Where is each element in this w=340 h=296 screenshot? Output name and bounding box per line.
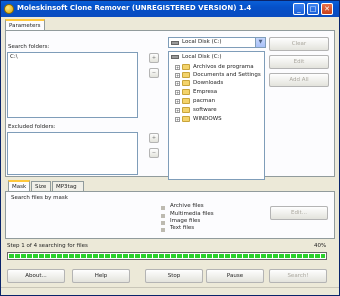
- mask-panel: Search files by mask Archive files Multi…: [5, 191, 335, 239]
- excluded-folders-list[interactable]: [7, 132, 138, 175]
- expand-icon[interactable]: +: [175, 90, 180, 95]
- folder-icon: [182, 89, 190, 95]
- remove-search-folder-button[interactable]: −: [149, 68, 159, 78]
- folder-icon: [182, 98, 190, 104]
- folder-icon: [182, 107, 190, 113]
- folder-tree[interactable]: Local Disk (C:) + Archivos de programa +…: [168, 51, 265, 180]
- chevron-down-icon[interactable]: ▼: [255, 38, 265, 47]
- stop-button[interactable]: Stop: [145, 269, 203, 283]
- close-button[interactable]: ✕: [321, 3, 333, 15]
- add-all-button[interactable]: Add All: [269, 73, 329, 87]
- progress-status: Step 1 of 4 searching for files: [7, 243, 88, 249]
- mask-list-item[interactable]: Image files: [170, 218, 200, 224]
- expand-icon[interactable]: +: [175, 81, 180, 86]
- expand-icon[interactable]: +: [175, 108, 180, 113]
- tree-item-label: Empresa: [193, 89, 218, 95]
- tree-item-label: software: [193, 107, 217, 113]
- tab-parameters[interactable]: Parameters: [5, 19, 45, 30]
- expand-icon[interactable]: +: [175, 117, 180, 122]
- window-title: Moleskinsoft Clone Remover (UNREGISTERED…: [17, 4, 252, 12]
- tree-item-label: pacman: [193, 98, 216, 104]
- search-folder-item[interactable]: C:\: [10, 54, 18, 60]
- drive-select-value: Local Disk (C:): [182, 39, 222, 45]
- tree-item-label: WINDOWS: [193, 116, 222, 122]
- expand-icon[interactable]: +: [175, 65, 180, 70]
- mask-edit-button[interactable]: Edit...: [270, 206, 328, 220]
- clear-button[interactable]: Clear: [269, 37, 329, 51]
- folder-icon: [182, 64, 190, 70]
- file-type-icon: [161, 206, 165, 210]
- title-bar[interactable]: Moleskinsoft Clone Remover (UNREGISTERED…: [1, 1, 339, 17]
- tree-item-label: Archivos de programa: [193, 64, 254, 70]
- excluded-folders-label: Excluded folders:: [8, 124, 56, 130]
- folder-icon: [182, 80, 190, 86]
- app-window: Moleskinsoft Clone Remover (UNREGISTERED…: [0, 0, 340, 296]
- drive-icon: [171, 55, 179, 59]
- mask-label: Search files by mask: [11, 195, 68, 201]
- progress-percent: 40%: [314, 243, 327, 249]
- maximize-button[interactable]: □: [307, 3, 319, 15]
- tree-item-label: Documents and Settings: [193, 72, 261, 78]
- about-button[interactable]: About...: [7, 269, 65, 283]
- app-icon: [4, 4, 14, 14]
- mask-list-item[interactable]: Archive files: [170, 203, 204, 209]
- folder-icon: [182, 72, 190, 78]
- mask-list-item[interactable]: Multimedia files: [170, 211, 214, 217]
- tab-mask[interactable]: Mask: [8, 180, 30, 191]
- file-type-icon: [161, 221, 165, 225]
- add-search-folder-button[interactable]: +: [149, 53, 159, 63]
- search-folders-label: Search folders:: [8, 44, 50, 50]
- help-button[interactable]: Help: [72, 269, 130, 283]
- remove-excluded-folder-button[interactable]: −: [149, 148, 159, 158]
- search-folders-list[interactable]: C:\: [7, 52, 138, 118]
- drive-select[interactable]: Local Disk (C:) ▼: [168, 37, 266, 48]
- drive-icon: [171, 41, 179, 45]
- pause-button[interactable]: Pause: [206, 269, 264, 283]
- file-type-icon: [161, 228, 165, 232]
- progress-fill: [9, 254, 325, 258]
- search-button[interactable]: Search!: [269, 269, 327, 283]
- expand-icon[interactable]: +: [175, 99, 180, 104]
- tree-item-label: Downloads: [193, 80, 224, 86]
- file-type-icon: [161, 214, 165, 218]
- minimize-button[interactable]: _: [293, 3, 305, 15]
- status-bar: [1, 287, 339, 295]
- edit-button[interactable]: Edit: [269, 55, 329, 69]
- tree-root-label: Local Disk (C:): [182, 54, 222, 60]
- add-excluded-folder-button[interactable]: +: [149, 133, 159, 143]
- folder-icon: [182, 116, 190, 122]
- mask-list-item[interactable]: Text files: [170, 225, 194, 231]
- search-progress-bar: [7, 252, 327, 260]
- expand-icon[interactable]: +: [175, 73, 180, 78]
